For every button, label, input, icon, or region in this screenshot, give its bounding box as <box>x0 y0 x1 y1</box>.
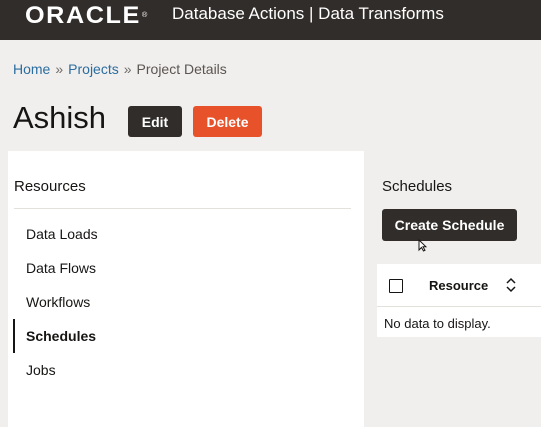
table-header: Resource <box>377 264 541 307</box>
sidebar-item-schedules[interactable]: Schedules <box>13 319 313 353</box>
breadcrumb-separator: » <box>123 61 132 77</box>
mouse-cursor-icon <box>418 238 428 255</box>
delete-button[interactable]: Delete <box>193 106 262 137</box>
sidebar-item-data-loads[interactable]: Data Loads <box>13 217 313 251</box>
breadcrumb-current: Project Details <box>136 61 227 77</box>
breadcrumb-projects-link[interactable]: Projects <box>68 61 119 77</box>
resources-panel: Resources Data Loads Data Flows Workflow… <box>8 151 364 427</box>
schedules-table: Resource No data to display. <box>377 264 541 337</box>
resources-heading: Resources <box>14 178 86 195</box>
sort-icon[interactable] <box>505 276 517 294</box>
sidebar-item-workflows[interactable]: Workflows <box>13 285 313 319</box>
column-header-resource[interactable]: Resource <box>429 278 488 293</box>
page-title: Ashish <box>13 100 107 135</box>
select-all-checkbox[interactable] <box>389 279 403 293</box>
sidebar-item-jobs[interactable]: Jobs <box>13 353 313 387</box>
sidebar-item-data-flows[interactable]: Data Flows <box>13 251 313 285</box>
create-schedule-button[interactable]: Create Schedule <box>382 209 517 241</box>
top-header-bar: ORACLE® Database Actions | Data Transfor… <box>0 0 541 40</box>
oracle-logo: ORACLE® <box>25 2 149 29</box>
schedules-heading: Schedules <box>382 178 453 195</box>
app-title: Database Actions | Data Transforms <box>172 4 444 23</box>
divider <box>14 208 351 209</box>
edit-button[interactable]: Edit <box>128 106 182 137</box>
breadcrumb-home-link[interactable]: Home <box>13 61 50 77</box>
breadcrumb: Home» Projects» Project Details <box>13 61 227 77</box>
empty-table-message: No data to display. <box>384 316 491 331</box>
breadcrumb-separator: » <box>55 61 64 77</box>
